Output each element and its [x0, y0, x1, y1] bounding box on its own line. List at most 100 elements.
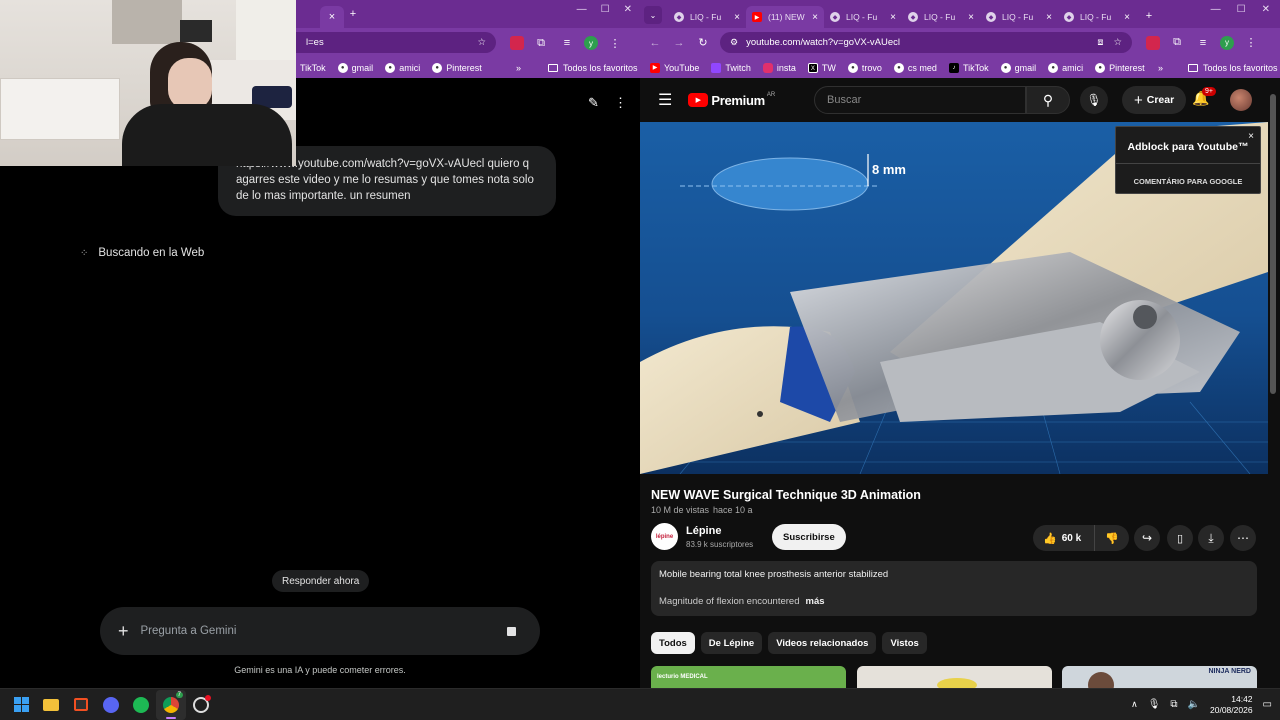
download-button[interactable]: ⤓ — [1198, 525, 1224, 551]
all-bookmarks-folder[interactable]: Todos los favoritos — [1188, 63, 1278, 73]
create-button[interactable]: + Crear — [1122, 86, 1187, 114]
bookmarks-overflow[interactable]: » — [1158, 63, 1163, 73]
chip-from-channel[interactable]: De Lépine — [700, 632, 763, 654]
all-bookmarks-folder[interactable]: Todos los favoritos — [548, 63, 638, 73]
bookmark-star-icon[interactable]: ☆ — [1113, 37, 1122, 48]
bookmark-pinterest[interactable]: ● Pinterest — [1095, 62, 1145, 73]
site-info-icon[interactable]: ⚙ — [730, 37, 738, 48]
maximize-icon[interactable]: ☐ — [1237, 4, 1246, 15]
discord-button[interactable] — [96, 690, 126, 720]
bookmark-amici[interactable]: ● amici — [1048, 62, 1083, 73]
youtube-logo[interactable]: ▶ Premium AR — [688, 92, 775, 108]
video-thumbnail[interactable] — [857, 666, 1052, 688]
search-input[interactable]: Buscar — [814, 86, 1026, 114]
address-field[interactable]: ⚙ youtube.com/watch?v=goVX-vAUecl ⧈ ☆ — [720, 32, 1132, 53]
chrome-button[interactable]: 7 — [156, 689, 186, 720]
chip-all[interactable]: Todos — [651, 632, 695, 654]
profile-avatar[interactable]: y — [584, 36, 598, 50]
bookmark-tw[interactable]: X TW — [807, 62, 836, 73]
store-button[interactable] — [66, 690, 96, 720]
bookmark-insta[interactable]: insta — [762, 62, 796, 73]
page-scrollbar[interactable] — [1268, 90, 1280, 688]
playlist-icon[interactable]: ≡ — [1194, 34, 1212, 52]
bookmark-tiktok[interactable]: TikTok — [300, 63, 326, 73]
close-tab-icon[interactable]: × — [323, 8, 341, 26]
description-box[interactable]: Mobile bearing total knee prosthesis ant… — [651, 561, 1257, 616]
volume-icon[interactable]: 🔈 — [1188, 699, 1200, 710]
close-tab-icon[interactable]: × — [812, 12, 818, 23]
forward-icon[interactable]: → — [670, 34, 688, 52]
bookmark-cs-med[interactable]: ● cs med — [893, 62, 937, 73]
bookmarks-overflow[interactable]: » — [516, 63, 521, 73]
bookmark-gmail[interactable]: ● gmail — [1000, 62, 1036, 73]
close-tab-icon[interactable]: × — [1124, 12, 1130, 23]
start-button[interactable] — [6, 690, 36, 720]
video-thumbnail[interactable]: NINJA NERD — [1062, 666, 1257, 688]
save-button[interactable]: ▯ — [1167, 525, 1193, 551]
bookmark-tiktok[interactable]: ♪ TikTok — [948, 62, 989, 73]
tab-search-icon[interactable]: ⌄ — [644, 6, 662, 24]
close-tab-icon[interactable]: × — [890, 12, 896, 23]
menu-dots-icon[interactable]: ⋮ — [606, 34, 624, 52]
network-icon[interactable]: ⧉ — [1170, 699, 1177, 710]
add-attachment-icon[interactable]: + — [118, 621, 129, 642]
address-field[interactable]: l=es ☆ — [296, 32, 496, 53]
more-actions-button[interactable]: ⋯ — [1230, 525, 1256, 551]
close-window-icon[interactable]: ✕ — [624, 4, 632, 15]
scrollbar-thumb[interactable] — [1270, 94, 1276, 394]
microphone-icon[interactable]: 🎙 — [1148, 699, 1161, 710]
puzzle-icon[interactable]: ⧉ — [532, 34, 550, 52]
new-tab-button[interactable]: + — [1140, 7, 1158, 25]
video-thumbnail[interactable]: lecturio MEDICAL — [651, 666, 846, 688]
more-options-icon[interactable]: ⋮ — [614, 95, 627, 111]
hamburger-menu-icon[interactable]: ☰ — [658, 90, 672, 110]
bookmark-trovo[interactable]: ● trovo — [847, 62, 882, 73]
chip-related[interactable]: Videos relacionados — [768, 632, 877, 654]
subscribe-button[interactable]: Suscribirse — [772, 524, 846, 550]
tab-youtube-video[interactable]: ▶ (11) NEW × — [746, 6, 824, 28]
install-app-icon[interactable]: ⧈ — [1097, 37, 1103, 48]
stop-icon[interactable] — [507, 626, 516, 636]
respond-now-button[interactable]: Responder ahora — [272, 570, 370, 592]
back-icon[interactable]: ← — [646, 34, 664, 52]
spotify-button[interactable] — [126, 690, 156, 720]
puzzle-icon[interactable]: ⧉ — [1168, 34, 1186, 52]
minimize-icon[interactable]: — — [577, 4, 587, 15]
extension-icon[interactable] — [1146, 35, 1160, 50]
account-avatar[interactable] — [1230, 89, 1252, 111]
maximize-icon[interactable]: ☐ — [601, 4, 610, 15]
tab-liq-2[interactable]: ◆ LIQ - Fu × — [824, 6, 902, 28]
video-player[interactable]: 8 mm × Adblock para Youtube™ COMENTÁRIO … — [640, 122, 1268, 474]
playlist-icon[interactable]: ≡ — [558, 34, 576, 52]
channel-avatar[interactable]: lépine — [651, 523, 678, 550]
voice-search-button[interactable]: 🎙 — [1080, 86, 1108, 114]
tray-overflow-icon[interactable]: ∧ — [1131, 699, 1138, 710]
notifications-button[interactable]: 🔔 9+ — [1192, 87, 1216, 107]
new-tab-button[interactable]: + — [344, 5, 362, 23]
search-button[interactable]: ⚲ — [1026, 86, 1070, 114]
bookmark-youtube[interactable]: ▶ YouTube — [650, 62, 699, 73]
file-explorer-button[interactable] — [36, 690, 66, 720]
bookmark-star-icon[interactable]: ☆ — [477, 37, 486, 48]
adblock-comment-link[interactable]: COMENTÁRIO PARA GOOGLE — [1116, 177, 1260, 186]
like-button[interactable]: 👍 60 k — [1033, 525, 1095, 551]
chip-watched[interactable]: Vistos — [882, 632, 927, 654]
close-tab-icon[interactable]: × — [1046, 12, 1052, 23]
profile-avatar[interactable]: y — [1220, 35, 1234, 50]
tab-liq-1[interactable]: ◆ LIQ - Fu × — [668, 6, 746, 28]
show-more-link[interactable]: más — [806, 596, 825, 607]
share-button[interactable]: ↪ — [1134, 525, 1160, 551]
tab-liq-5[interactable]: ◆ LIQ - Fu × — [1058, 6, 1136, 28]
close-tab-icon[interactable]: × — [734, 12, 740, 23]
close-tab-icon[interactable]: × — [968, 12, 974, 23]
clock[interactable]: 14:42 20/08/2026 — [1210, 694, 1253, 716]
prompt-input[interactable]: + Pregunta a Gemini — [100, 607, 540, 655]
obs-button[interactable] — [186, 690, 216, 720]
menu-dots-icon[interactable]: ⋮ — [1242, 34, 1260, 52]
new-chat-icon[interactable]: ✎ — [588, 95, 599, 111]
bookmark-amici[interactable]: ● amici — [385, 62, 420, 73]
channel-name[interactable]: Lépine — [686, 525, 721, 537]
dislike-button[interactable]: 👎 — [1095, 532, 1129, 545]
reload-icon[interactable]: ↻ — [694, 34, 712, 52]
minimize-icon[interactable]: — — [1211, 4, 1221, 15]
